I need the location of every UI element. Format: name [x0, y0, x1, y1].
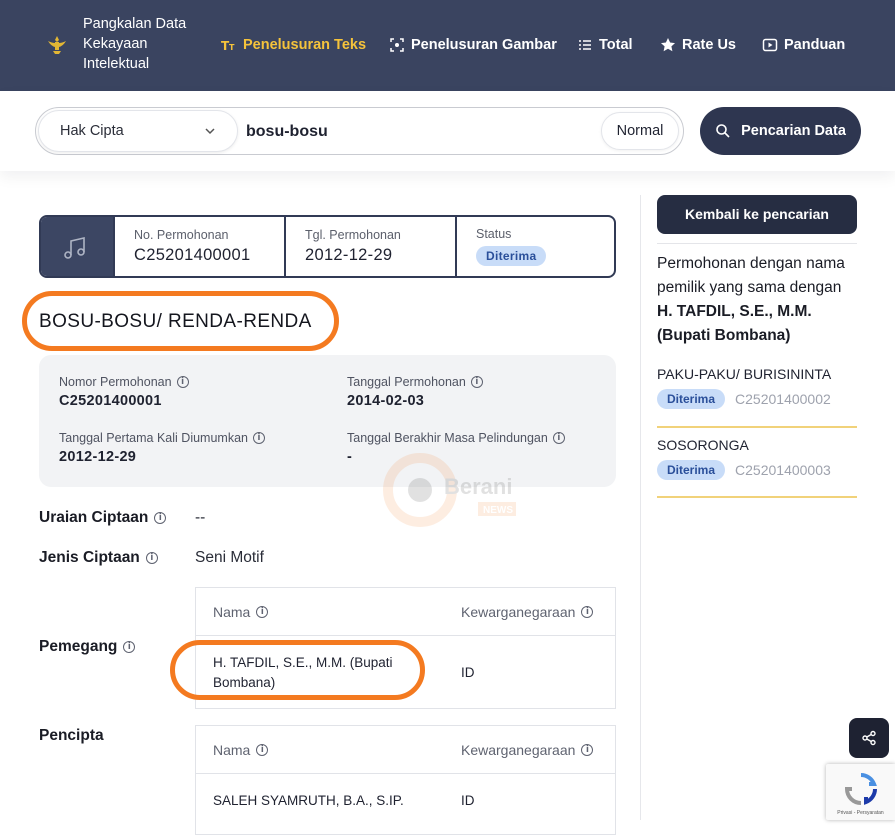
table-header-nama: Nama i: [213, 604, 269, 620]
highlight-ring: [22, 291, 339, 351]
sidebar-divider: [657, 243, 857, 244]
nomor-permohonan-value: C25201400001: [59, 393, 162, 409]
nav-label: Panduan: [784, 37, 846, 53]
table-header-kewarganegaraan: Kewarganegaraan i: [461, 742, 594, 758]
tanggal-permohonan-label: Tanggal Permohonan i: [347, 375, 483, 389]
share-button[interactable]: [849, 718, 889, 758]
info-icon[interactable]: i: [581, 606, 594, 618]
status-badge: Diterima: [657, 389, 726, 409]
info-icon[interactable]: i: [470, 376, 483, 388]
nav-penelusuran-gambar[interactable]: Penelusuran Gambar: [389, 35, 557, 55]
table-header-nama: Nama i: [213, 742, 269, 758]
star-icon: [661, 38, 675, 52]
play-icon: [762, 38, 778, 52]
list-icon: [579, 40, 591, 50]
recaptcha-text[interactable]: Privasi - Persyaratan: [826, 810, 895, 816]
sidebar-item-divider: [657, 426, 857, 428]
music-tile: [41, 217, 113, 276]
back-to-search-button[interactable]: Kembali ke pencarian: [657, 195, 857, 234]
summary-value: C25201400001: [134, 246, 251, 264]
pencipta-table: Nama i Kewarganegaraan i SALEH SYAMRUTH, B…: [195, 725, 616, 835]
image-scan-icon: [390, 38, 404, 52]
text-type-icon: TT: [221, 39, 235, 53]
tanggal-permohonan-value: 2014-02-03: [347, 393, 425, 409]
summary-label: No. Permohonan: [134, 228, 229, 242]
search-button-label: Pencarian Data: [741, 123, 846, 139]
table-header-kewarganegaraan: Kewarganegaraan i: [461, 604, 594, 620]
pencipta-nama: SALEH SYAMRUTH, B.A., S.IP.: [213, 793, 404, 808]
nav-label: Total: [599, 37, 633, 53]
nav-total[interactable]: Total: [577, 35, 633, 55]
svg-text:NEWS: NEWS: [483, 505, 513, 516]
info-icon[interactable]: i: [252, 432, 265, 444]
table-divider: [196, 635, 615, 636]
search-mode-toggle[interactable]: Normal: [601, 112, 679, 150]
pencipta-kewarganegaraan: ID: [461, 793, 475, 808]
chevron-down-icon: [205, 128, 215, 135]
nav-label: Rate Us: [682, 37, 736, 53]
summary-bar: No. Permohonan C25201400001 Tgl. Permoho…: [39, 215, 616, 278]
jenis-value: Seni Motif: [195, 549, 264, 566]
watermark-logo: Berani NEWS: [383, 453, 516, 527]
tanggal-diumumkan-label: Tanggal Pertama Kali Diumumkan i: [59, 431, 265, 445]
info-icon[interactable]: i: [256, 606, 269, 618]
garuda-logo-icon[interactable]: [46, 34, 68, 56]
sidebar-item-divider: [657, 496, 857, 498]
status-badge: Diterima: [657, 460, 726, 480]
highlight-ring: [170, 640, 425, 700]
related-item-meta: Diterima C25201400002: [657, 389, 831, 409]
uraian-label: Uraian Ciptaan i: [39, 509, 167, 527]
table-divider: [196, 773, 615, 774]
summary-value: 2012-12-29: [305, 246, 393, 264]
related-item-title[interactable]: PAKU-PAKU/ BURISININTA: [657, 366, 831, 382]
search-icon: [716, 124, 730, 138]
status-badge: Diterima: [476, 246, 547, 266]
tanggal-berakhir-label: Tanggal Berakhir Masa Pelindungan i: [347, 431, 565, 445]
brand-name[interactable]: Pangkalan Data Kekayaan Intelektual: [83, 14, 203, 74]
info-icon[interactable]: i: [123, 641, 136, 653]
related-item-meta: Diterima C25201400003: [657, 460, 831, 480]
search-input[interactable]: [246, 121, 586, 143]
info-icon[interactable]: i: [154, 512, 167, 524]
svg-text:Berani: Berani: [444, 474, 512, 499]
share-icon: [862, 730, 876, 746]
summary-tgl-permohonan: Tgl. Permohonan 2012-12-29: [284, 217, 455, 276]
related-item-number: C25201400002: [735, 391, 831, 407]
tanggal-berakhir-value: -: [347, 449, 353, 465]
info-icon[interactable]: i: [552, 432, 565, 444]
summary-status: Status Diterima: [455, 217, 614, 276]
pemegang-label: Pemegang i: [39, 638, 136, 656]
column-divider: [640, 195, 641, 820]
summary-label: Tgl. Permohonan: [305, 228, 401, 242]
same-owner-heading: Permohonan dengan nama pemilik yang sama…: [657, 255, 845, 344]
info-icon[interactable]: i: [145, 552, 158, 564]
category-select-value: Hak Cipta: [60, 123, 124, 139]
related-item-title[interactable]: SOSORONGA: [657, 437, 749, 453]
tanggal-diumumkan-value: 2012-12-29: [59, 449, 137, 465]
info-icon[interactable]: i: [256, 744, 269, 756]
nav-penelusuran-teks[interactable]: TT Penelusuran Teks: [221, 35, 366, 55]
svg-text:T: T: [229, 43, 235, 52]
summary-label: Status: [476, 227, 512, 241]
nav-rate-us[interactable]: Rate Us: [660, 35, 736, 55]
nav-panduan[interactable]: Panduan: [762, 35, 845, 55]
recaptcha-badge[interactable]: Privasi - Persyaratan: [826, 764, 895, 820]
search-button[interactable]: Pencarian Data: [700, 107, 861, 155]
info-icon[interactable]: i: [581, 744, 594, 756]
pemegang-kewarganegaraan: ID: [461, 665, 475, 680]
nav-label: Penelusuran Gambar: [411, 37, 557, 53]
nav-label: Penelusuran Teks: [243, 37, 367, 53]
related-item-number: C25201400003: [735, 462, 831, 478]
recaptcha-icon: [844, 773, 877, 805]
uraian-value: --: [195, 509, 206, 526]
summary-no-permohonan: No. Permohonan C25201400001: [113, 217, 284, 276]
info-icon[interactable]: i: [176, 376, 189, 388]
jenis-label: Jenis Ciptaan i: [39, 549, 158, 567]
pencipta-label: Pencipta: [39, 727, 104, 744]
music-note-icon: [64, 236, 85, 259]
nomor-permohonan-label: Nomor Permohonan i: [59, 375, 189, 389]
